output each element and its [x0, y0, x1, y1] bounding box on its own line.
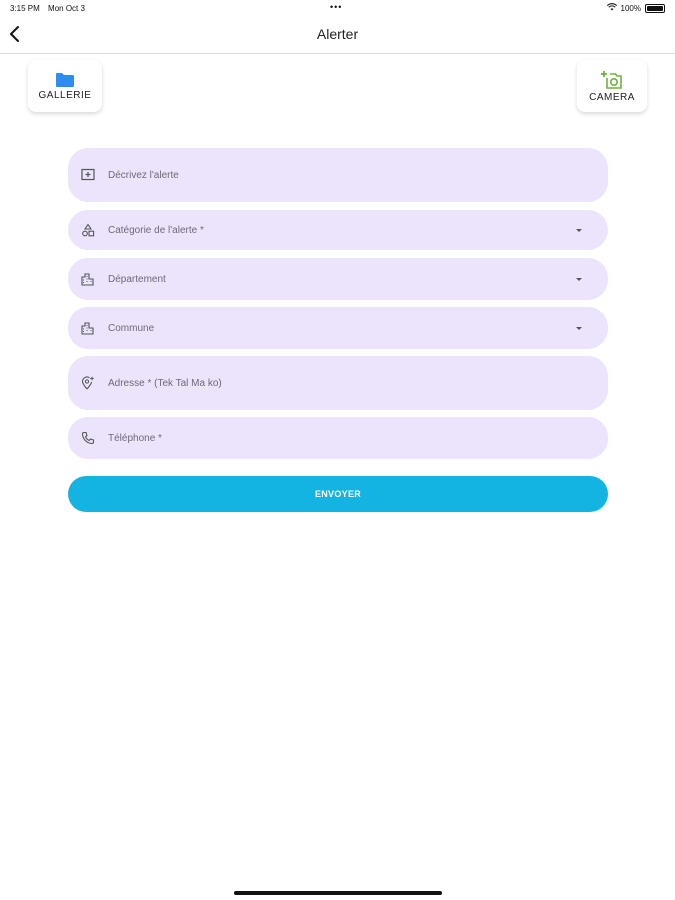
phone-field[interactable]: Téléphone *: [68, 417, 608, 459]
home-indicator[interactable]: [234, 891, 442, 895]
submit-label: ENVOYER: [314, 489, 362, 499]
dropdown-arrow-icon: [576, 326, 582, 330]
city-icon: [81, 273, 94, 286]
category-dropdown[interactable]: Catégorie de l'alerte *: [68, 210, 608, 250]
dropdown-arrow-icon: [576, 277, 582, 281]
camera-label: CAMERA: [589, 91, 635, 103]
status-bar: 3:15 PM Mon Oct 3 ••• 100%: [0, 0, 675, 16]
gallery-label: GALLERIE: [38, 89, 92, 101]
wifi-icon: [606, 3, 617, 13]
phone-icon: [81, 431, 95, 445]
status-time: 3:15 PM: [10, 4, 40, 13]
status-left: 3:15 PM Mon Oct 3: [10, 4, 91, 13]
city-icon: [81, 322, 94, 335]
submit-button[interactable]: ENVOYER: [68, 476, 608, 512]
add-photo-icon: [601, 70, 622, 89]
add-comment-icon: [81, 168, 95, 181]
camera-button[interactable]: CAMERA: [577, 60, 647, 112]
commune-placeholder: Commune: [108, 322, 155, 334]
description-field[interactable]: Décrivez l'alerte: [68, 148, 608, 202]
alert-screen: 3:15 PM Mon Oct 3 ••• 100% Alerter GALLE…: [0, 0, 675, 900]
gallery-button[interactable]: GALLERIE: [28, 60, 102, 112]
battery-icon: [645, 3, 665, 13]
status-right: 100%: [606, 3, 665, 13]
category-placeholder: Catégorie de l'alerte *: [108, 224, 204, 236]
folder-icon: [56, 72, 74, 87]
address-field[interactable]: Adresse * (Tek Tal Ma ko): [68, 356, 608, 410]
department-dropdown[interactable]: Département: [68, 258, 608, 300]
status-date: Mon Oct 3: [48, 4, 85, 13]
add-location-icon: [81, 376, 94, 390]
address-placeholder: Adresse * (Tek Tal Ma ko): [108, 377, 222, 389]
multitask-dots: •••: [330, 2, 343, 12]
nav-bar: Alerter: [0, 16, 675, 54]
battery-percent: 100%: [620, 3, 641, 13]
commune-dropdown[interactable]: Commune: [68, 307, 608, 349]
department-placeholder: Département: [108, 273, 166, 285]
phone-placeholder: Téléphone *: [108, 432, 162, 444]
page-title: Alerter: [316, 26, 359, 42]
dropdown-arrow-icon: [576, 228, 582, 232]
description-placeholder: Décrivez l'alerte: [108, 169, 179, 181]
category-icon: [82, 223, 95, 237]
